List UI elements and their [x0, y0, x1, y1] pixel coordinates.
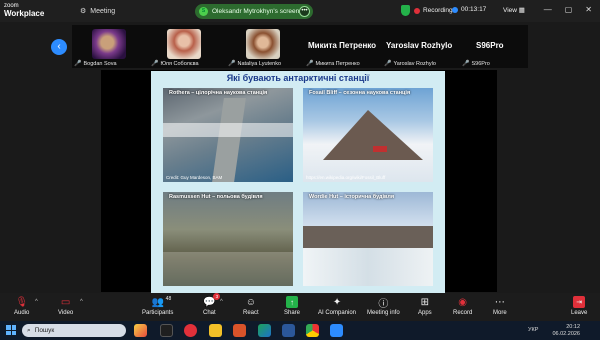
more-button[interactable]: ⋯ More — [493, 296, 507, 317]
microphone-muted-icon: 🎙 — [15, 296, 29, 308]
settings-gear-icon: ⚙ — [80, 8, 87, 15]
participant-tile[interactable]: Yaroslav Rozhylo 🎤 Yaroslav Rozhylo — [382, 25, 458, 68]
windows-taskbar: ⌕ Пошук УКР 20:12 06.02.2026 — [0, 321, 600, 340]
participant-tile[interactable]: Микита Петренко 🎤 Микита Петренко — [304, 25, 380, 68]
edge-browser-icon[interactable] — [258, 324, 271, 337]
photo-rasmussen-hut: Rasmussen Hut – польова будівля — [163, 192, 293, 286]
participant-video — [167, 29, 201, 59]
audio-button[interactable]: 🎙 Audio — [14, 296, 29, 317]
record-button[interactable]: ◉ Record — [453, 296, 472, 317]
view-button[interactable]: View ▦ — [503, 6, 525, 14]
participant-tile[interactable]: S96Pro 🎤 S96Pro — [460, 25, 528, 68]
close-icon[interactable]: ✕ — [585, 5, 592, 14]
ai-companion-button[interactable]: ✦ AI Companion — [318, 296, 356, 317]
chrome-icon[interactable] — [306, 324, 319, 337]
title-bar: zoom Workplace ⚙ Meeting S Oleksandr Myt… — [0, 0, 600, 22]
muted-mic-icon: 🎤 — [306, 61, 314, 67]
zoom-logo: zoom Workplace — [4, 3, 45, 18]
presentation-slide: Які бувають антарктичні станції Rothera … — [151, 71, 445, 293]
muted-mic-icon: 🎤 — [228, 61, 236, 67]
taskbar-search-input[interactable]: ⌕ Пошук — [22, 324, 126, 337]
slide-title: Які бувають антарктичні станції — [226, 73, 370, 83]
share-button[interactable]: ↑ Share — [284, 296, 300, 316]
file-explorer-icon[interactable] — [209, 324, 222, 337]
muted-mic-icon: 🎤 — [151, 61, 159, 67]
zoom-taskbar-icon[interactable] — [330, 324, 343, 337]
more-dots-icon: ⋯ — [494, 296, 505, 308]
leave-button[interactable]: ⇥ Leave — [571, 296, 587, 316]
meeting-info-button[interactable]: ⓘ Meeting info — [367, 296, 400, 317]
meeting-toolbar: 🎙 Audio ^ ▭ Video ^ 👥 48 Participants 💬 3 … — [0, 293, 600, 322]
search-icon: ⌕ — [27, 326, 31, 334]
apps-icon: ⊞ — [420, 296, 430, 308]
participant-tile[interactable]: 🎤 Юля Соболєва — [149, 25, 224, 68]
participants-button[interactable]: 👥 48 Participants — [142, 296, 173, 316]
photo-rothera: Rothera – цілорічна наукова станція Cred… — [163, 88, 293, 182]
security-shield-icon[interactable] — [401, 5, 410, 16]
chat-icon: 💬 3 — [203, 293, 221, 308]
photo-fossil-bluff: Fosail Bliff – сезонна наукова станція h… — [303, 88, 433, 182]
meeting-menu[interactable]: ⚙ Meeting — [80, 7, 115, 16]
reaction-icon: ☺ — [245, 296, 256, 308]
meeting-timer: 00:13:17 — [452, 6, 486, 13]
taskbar-app-icon[interactable] — [160, 324, 173, 337]
photo-wordie-hut: Wordie Hut – історична будівля — [303, 192, 433, 286]
timer-icon — [452, 6, 458, 13]
react-button[interactable]: ☺ React — [243, 296, 259, 317]
screen-share-indicator[interactable]: S Oleksandr Mytrokhyn's screen ••• — [195, 4, 313, 19]
taskbar-app-icon[interactable] — [184, 324, 197, 337]
powerpoint-icon[interactable] — [233, 324, 246, 337]
video-off-icon: ▭ — [60, 296, 71, 308]
gallery-prev-arrow-icon[interactable]: ‹ — [51, 39, 67, 55]
maximize-icon[interactable]: ▢ — [565, 5, 573, 14]
windows-start-icon[interactable] — [6, 325, 16, 335]
video-button[interactable]: ▭ Video — [58, 296, 73, 317]
audio-options-caret-icon[interactable]: ^ — [35, 299, 38, 305]
participants-icon: 👥 48 — [151, 296, 172, 308]
muted-mic-icon: 🎤 — [462, 61, 470, 67]
participant-video — [246, 29, 280, 59]
share-status-icon: S — [199, 7, 208, 16]
info-icon: ⓘ — [378, 298, 389, 310]
participant-tile[interactable]: 🎤 Nataliya Lyutenko — [226, 25, 302, 68]
taskbar-clock[interactable]: 20:12 06.02.2026 — [552, 324, 580, 337]
taskbar-app-icon[interactable] — [134, 324, 147, 337]
recording-dot-icon — [414, 7, 420, 14]
apps-button[interactable]: ⊞ Apps — [418, 296, 432, 317]
ai-sparkle-icon: ✦ — [332, 296, 342, 308]
share-screen-icon: ↑ — [286, 296, 298, 308]
word-icon[interactable] — [282, 324, 295, 337]
participant-gallery: 🎤 Bogdan Sova 🎤 Юля Соболєва 🎤 Nataliya Lyu… — [72, 25, 528, 68]
more-options-icon[interactable]: ••• — [299, 6, 310, 17]
leave-icon: ⇥ — [573, 296, 586, 308]
window-controls: — ▢ ✕ — [544, 5, 592, 14]
chat-button[interactable]: 💬 3 Chat — [203, 293, 221, 316]
recording-indicator[interactable]: Recording — [414, 7, 453, 14]
video-options-caret-icon[interactable]: ^ — [80, 299, 83, 305]
minimize-icon[interactable]: — — [544, 5, 552, 14]
participant-tile[interactable]: 🎤 Bogdan Sova — [72, 25, 147, 68]
chat-options-caret-icon[interactable]: ^ — [220, 299, 223, 305]
record-icon: ◉ — [458, 296, 468, 308]
muted-mic-icon: 🎤 — [384, 61, 392, 67]
participant-video — [92, 29, 126, 59]
muted-mic-icon: 🎤 — [74, 61, 82, 67]
